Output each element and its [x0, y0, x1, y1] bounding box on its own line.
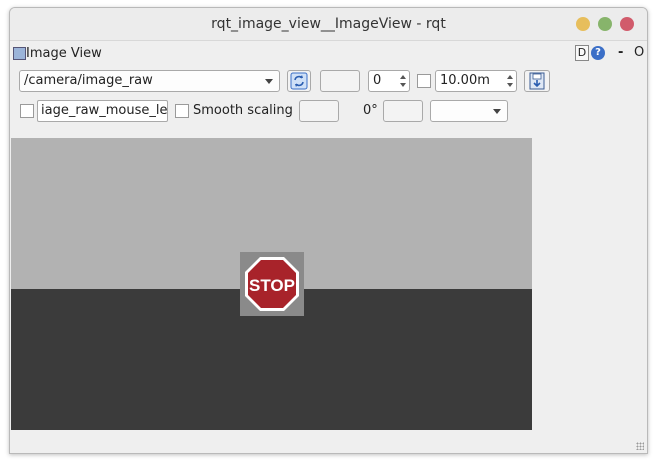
resize-grip-icon[interactable] — [636, 442, 644, 450]
number-spinbox[interactable]: 0 — [368, 70, 410, 92]
rate-checkbox[interactable] — [417, 74, 431, 88]
save-icon — [529, 72, 545, 90]
mouse-publish-checkbox[interactable] — [20, 104, 34, 118]
rate-spinbox[interactable]: 10.00m — [435, 70, 517, 92]
help-icon[interactable]: ? — [591, 46, 605, 60]
rotation-label: 0° — [363, 103, 378, 118]
topic-select[interactable]: /camera/image_raw — [19, 70, 280, 92]
blank-button-1[interactable] — [320, 70, 360, 92]
mouse-topic-value: iage_raw_mouse_left — [41, 103, 168, 118]
smooth-scaling-label: Smooth scaling — [193, 103, 293, 118]
smooth-scaling-checkbox[interactable] — [175, 104, 189, 118]
mouse-topic-input[interactable]: iage_raw_mouse_left — [37, 100, 168, 122]
camera-image[interactable]: STOP — [11, 138, 532, 430]
app-window: rqt_image_view__ImageView - rqt Image Vi… — [9, 7, 648, 454]
save-button[interactable] — [524, 70, 550, 92]
title-bar[interactable]: rqt_image_view__ImageView - rqt — [10, 8, 647, 41]
refresh-icon — [290, 72, 308, 90]
spin-down-icon[interactable] — [507, 83, 513, 87]
spin-up-icon[interactable] — [507, 75, 513, 79]
image-view-icon — [13, 47, 26, 60]
minimize-pane-button[interactable]: - — [618, 45, 623, 60]
spin-down-icon[interactable] — [400, 83, 406, 87]
chevron-down-icon — [493, 109, 501, 114]
minimize-button[interactable] — [576, 17, 590, 31]
refresh-button[interactable] — [287, 70, 311, 92]
window-title: rqt_image_view__ImageView - rqt — [211, 16, 446, 32]
stop-sign-icon: STOP — [245, 257, 299, 311]
chevron-down-icon — [265, 79, 273, 84]
maximize-button[interactable] — [598, 17, 612, 31]
rotate-right-button[interactable] — [383, 100, 423, 122]
rotate-left-button[interactable] — [299, 100, 339, 122]
dock-d-button[interactable]: D — [575, 45, 589, 61]
stop-sign-backdrop: STOP — [240, 252, 304, 316]
close-pane-button[interactable]: O — [634, 45, 644, 60]
spin-up-icon[interactable] — [400, 75, 406, 79]
close-button[interactable] — [620, 17, 634, 31]
color-scheme-select[interactable] — [430, 100, 508, 122]
stop-sign-text: STOP — [249, 276, 295, 295]
topic-select-value: /camera/image_raw — [24, 73, 153, 88]
rate-spinbox-value: 10.00m — [440, 73, 490, 88]
pane-title: Image View — [26, 46, 102, 61]
number-spinbox-value: 0 — [373, 73, 382, 88]
